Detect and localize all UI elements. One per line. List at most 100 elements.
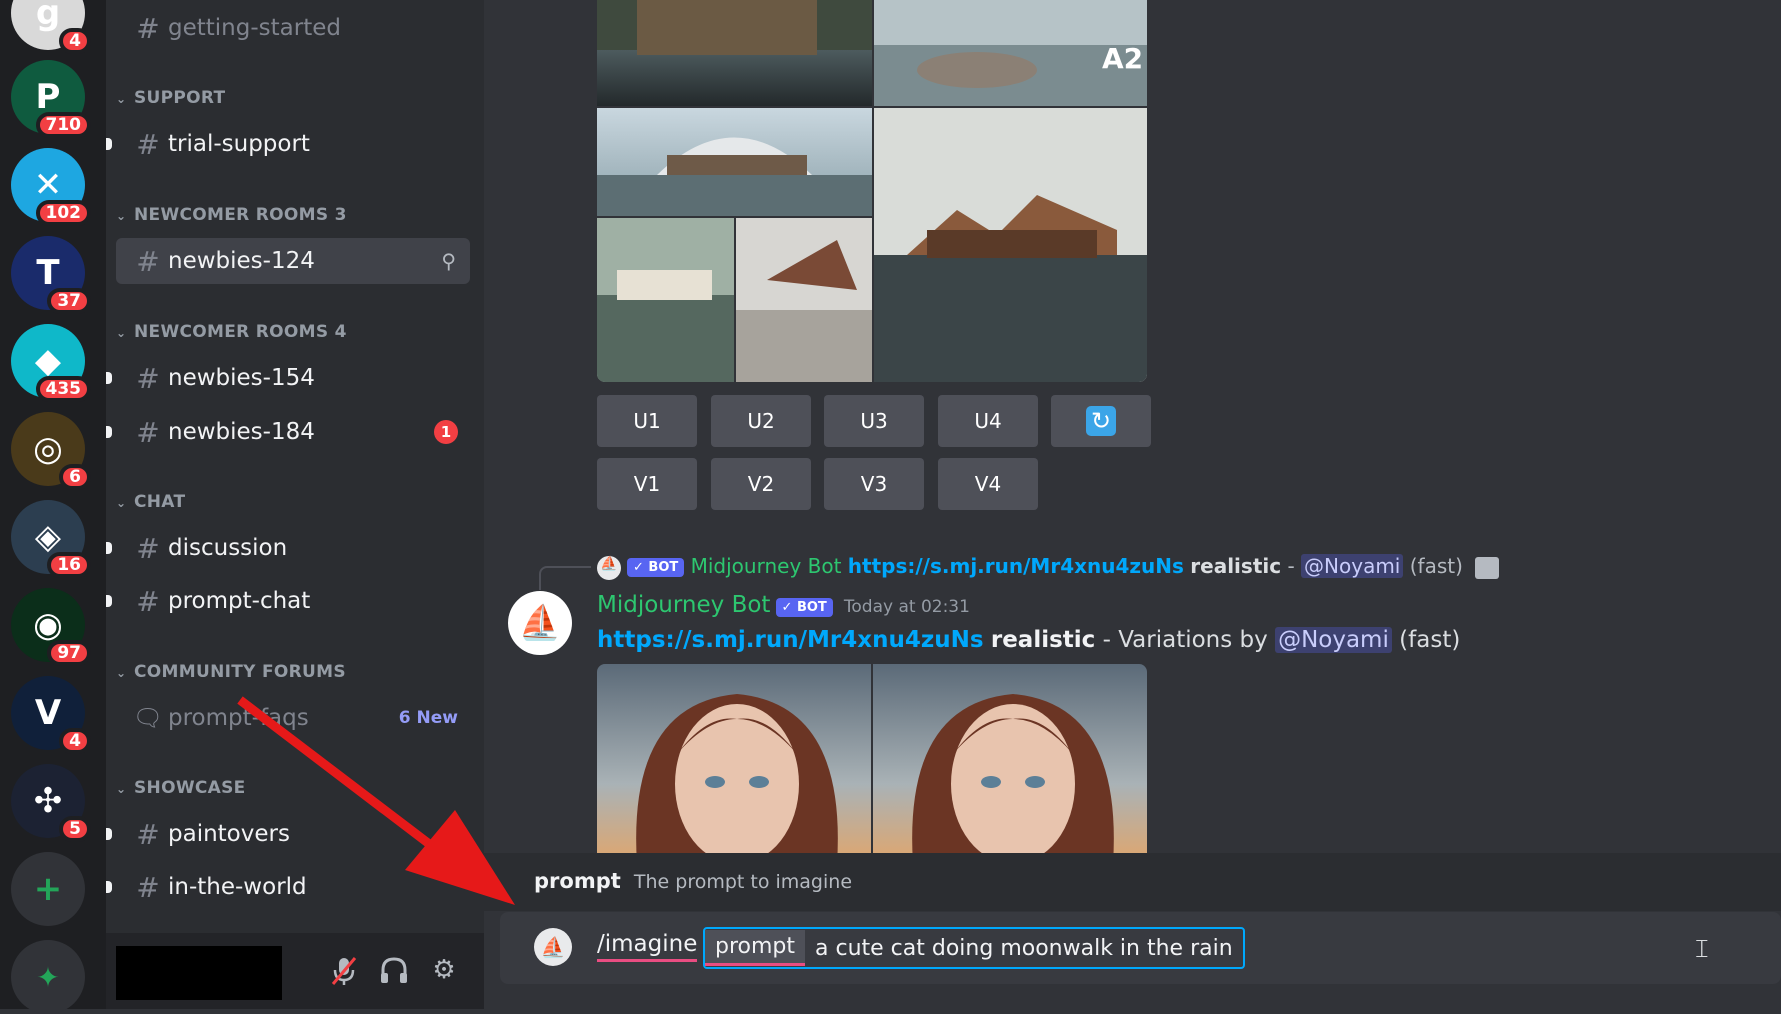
explore-compass-icon[interactable]: ✦ bbox=[11, 940, 85, 1014]
chevron-down-icon: ⌄ bbox=[116, 92, 127, 106]
server-10-icon[interactable]: ✣ 5 bbox=[11, 764, 91, 842]
variation-button-1[interactable]: V1 bbox=[597, 458, 697, 510]
server-badge: 4 bbox=[59, 28, 91, 54]
mute-mic-icon[interactable] bbox=[328, 955, 360, 987]
channel-newbies-124[interactable]: # newbies-124 ⚲ bbox=[116, 238, 470, 284]
channel-newbies-154[interactable]: # newbies-154 bbox=[106, 355, 470, 401]
server-glyph: ◆ bbox=[34, 341, 62, 381]
threaded-hash-icon: # bbox=[136, 244, 160, 278]
variation-button-3[interactable]: V3 bbox=[824, 458, 924, 510]
upscale-button-2[interactable]: U2 bbox=[711, 395, 811, 447]
unread-indicator bbox=[106, 542, 112, 554]
server-badge: 435 bbox=[35, 376, 91, 402]
command-autocomplete: prompt The prompt to imagine bbox=[484, 853, 1781, 911]
refresh-icon: ↻ bbox=[1086, 406, 1116, 436]
channel-name: getting-started bbox=[168, 15, 341, 41]
text-cursor-icon: 𝙸 bbox=[1692, 934, 1711, 964]
server-glyph: g bbox=[35, 0, 61, 33]
server-badge: 710 bbox=[35, 112, 91, 138]
mention[interactable]: @Noyami bbox=[1301, 554, 1404, 578]
mention[interactable]: @Noyami bbox=[1275, 627, 1392, 653]
server-badge: 6 bbox=[59, 464, 91, 490]
chevron-down-icon: ⌄ bbox=[116, 666, 127, 680]
category-newcomer-rooms-3[interactable]: ⌄ NEWCOMER ROOMS 3 bbox=[116, 205, 347, 225]
message-link[interactable]: https://s.mj.run/Mr4xnu4zuNs bbox=[597, 627, 984, 653]
message-author[interactable]: Midjourney Bot bbox=[597, 592, 770, 618]
server-3-icon[interactable]: ✕ 102 bbox=[11, 148, 91, 226]
upscale-button-4[interactable]: U4 bbox=[938, 395, 1038, 447]
annotation-arrow bbox=[237, 696, 515, 905]
server-9-icon[interactable]: V4 bbox=[11, 676, 91, 754]
server-glyph: ◎ bbox=[33, 429, 63, 469]
server-badge: 37 bbox=[47, 288, 91, 314]
reply-reference[interactable]: ⛵ ✓ BOT Midjourney Bot https://s.mj.run/M… bbox=[597, 554, 1500, 580]
server-6-icon[interactable]: ◎ 6 bbox=[11, 412, 91, 490]
image-icon bbox=[1475, 556, 1500, 579]
server-2-icon[interactable]: P 710 bbox=[11, 60, 91, 138]
bot-tag: ✓ BOT bbox=[627, 558, 685, 577]
option-label: prompt bbox=[705, 930, 806, 966]
chevron-down-icon: ⌄ bbox=[116, 209, 127, 223]
hash-icon: # bbox=[136, 817, 160, 851]
reply-author[interactable]: Midjourney Bot bbox=[691, 554, 842, 578]
server-8-icon[interactable]: ◉ 97 bbox=[11, 588, 91, 666]
chevron-down-icon: ⌄ bbox=[116, 496, 127, 510]
unread-indicator bbox=[106, 881, 112, 893]
category-community-forums[interactable]: ⌄ COMMUNITY FORUMS bbox=[116, 662, 346, 682]
mention-badge: 1 bbox=[434, 420, 458, 444]
variation-button-4[interactable]: V4 bbox=[938, 458, 1038, 510]
message-timestamp: Today at 02:31 bbox=[843, 597, 970, 617]
unread-indicator bbox=[106, 426, 112, 438]
prompt-value[interactable]: a cute cat doing moonwalk in the rain bbox=[805, 936, 1243, 961]
image-grid-architecture[interactable]: A2 bbox=[597, 0, 1147, 382]
server-5-icon[interactable]: ◆ 435 bbox=[11, 324, 91, 402]
upscale-button-3[interactable]: U3 bbox=[824, 395, 924, 447]
category-chat[interactable]: ⌄ CHAT bbox=[116, 492, 185, 512]
bot-avatar-small: ⛵ bbox=[597, 555, 621, 580]
server-badge: 97 bbox=[47, 640, 91, 666]
bot-avatar[interactable]: ⛵ bbox=[508, 591, 572, 655]
unread-indicator bbox=[106, 372, 112, 384]
channel-discussion[interactable]: # discussion bbox=[106, 525, 470, 571]
forum-icon: 🗨 bbox=[132, 704, 164, 732]
autocomplete-option-prompt[interactable]: prompt The prompt to imagine bbox=[534, 869, 852, 893]
server-glyph: P bbox=[35, 77, 61, 117]
slash-command[interactable]: /imagine bbox=[597, 931, 698, 962]
category-support[interactable]: ⌄ SUPPORT bbox=[116, 88, 225, 108]
server-glyph: V bbox=[34, 693, 62, 733]
variation-button-2[interactable]: V2 bbox=[711, 458, 811, 510]
gear-icon[interactable]: ⚙ bbox=[428, 955, 460, 987]
threaded-hash-icon: # bbox=[136, 361, 160, 395]
server-4-icon[interactable]: T 37 bbox=[11, 236, 91, 314]
channel-trial-support[interactable]: # trial-support bbox=[106, 121, 470, 167]
hash-icon: # bbox=[136, 11, 160, 45]
message-header: Midjourney Bot ✓ BOT Today at 02:31 bbox=[597, 592, 970, 618]
server-7-icon[interactable]: ◈ 16 bbox=[11, 500, 91, 578]
headphones-icon[interactable] bbox=[378, 955, 410, 987]
user-panel: ⚙ bbox=[106, 933, 484, 1009]
server-glyph: ◉ bbox=[33, 605, 63, 645]
channel-newbies-184[interactable]: # newbies-184 1 bbox=[106, 409, 470, 455]
message-content: https://s.mj.run/Mr4xnu4zuNs realistic -… bbox=[597, 627, 1461, 653]
reply-connector bbox=[539, 566, 591, 590]
add-member-icon[interactable]: ⚲ bbox=[441, 249, 456, 273]
reply-link[interactable]: https://s.mj.run/Mr4xnu4zuNs bbox=[848, 554, 1184, 578]
category-showcase[interactable]: ⌄ SHOWCASE bbox=[116, 778, 246, 798]
unread-indicator bbox=[106, 138, 112, 150]
reroll-button[interactable]: ↻ bbox=[1051, 395, 1151, 447]
image-grid-portraits[interactable] bbox=[597, 664, 1147, 864]
add-server-icon[interactable]: + bbox=[11, 852, 85, 926]
server-rail: g 4 P 710 ✕ 102 T 37 ◆ 435 ◎ 6 ◈ 16 ◉ 97 V 4 ✣ 5 + ✦ bbox=[0, 0, 106, 1014]
category-newcomer-rooms-4[interactable]: ⌄ NEWCOMER ROOMS 4 bbox=[116, 322, 347, 342]
option-prompt-field[interactable]: prompt a cute cat doing moonwalk in the … bbox=[703, 927, 1245, 969]
upscale-button-1[interactable]: U1 bbox=[597, 395, 697, 447]
channel-getting-started[interactable]: # getting-started bbox=[116, 5, 470, 51]
server-badge: 5 bbox=[59, 816, 91, 842]
message-input[interactable]: ⛵ /imagine prompt a cute cat doing moonw… bbox=[500, 912, 1781, 984]
bot-avatar-small: ⛵ bbox=[534, 928, 572, 966]
server-glyph: ✕ bbox=[33, 165, 63, 205]
channel-prompt-chat[interactable]: # prompt-chat bbox=[106, 578, 470, 624]
server-1-icon[interactable]: g4 bbox=[11, 0, 91, 54]
user-info-redacted[interactable] bbox=[116, 946, 282, 1000]
server-badge: 4 bbox=[59, 728, 91, 754]
